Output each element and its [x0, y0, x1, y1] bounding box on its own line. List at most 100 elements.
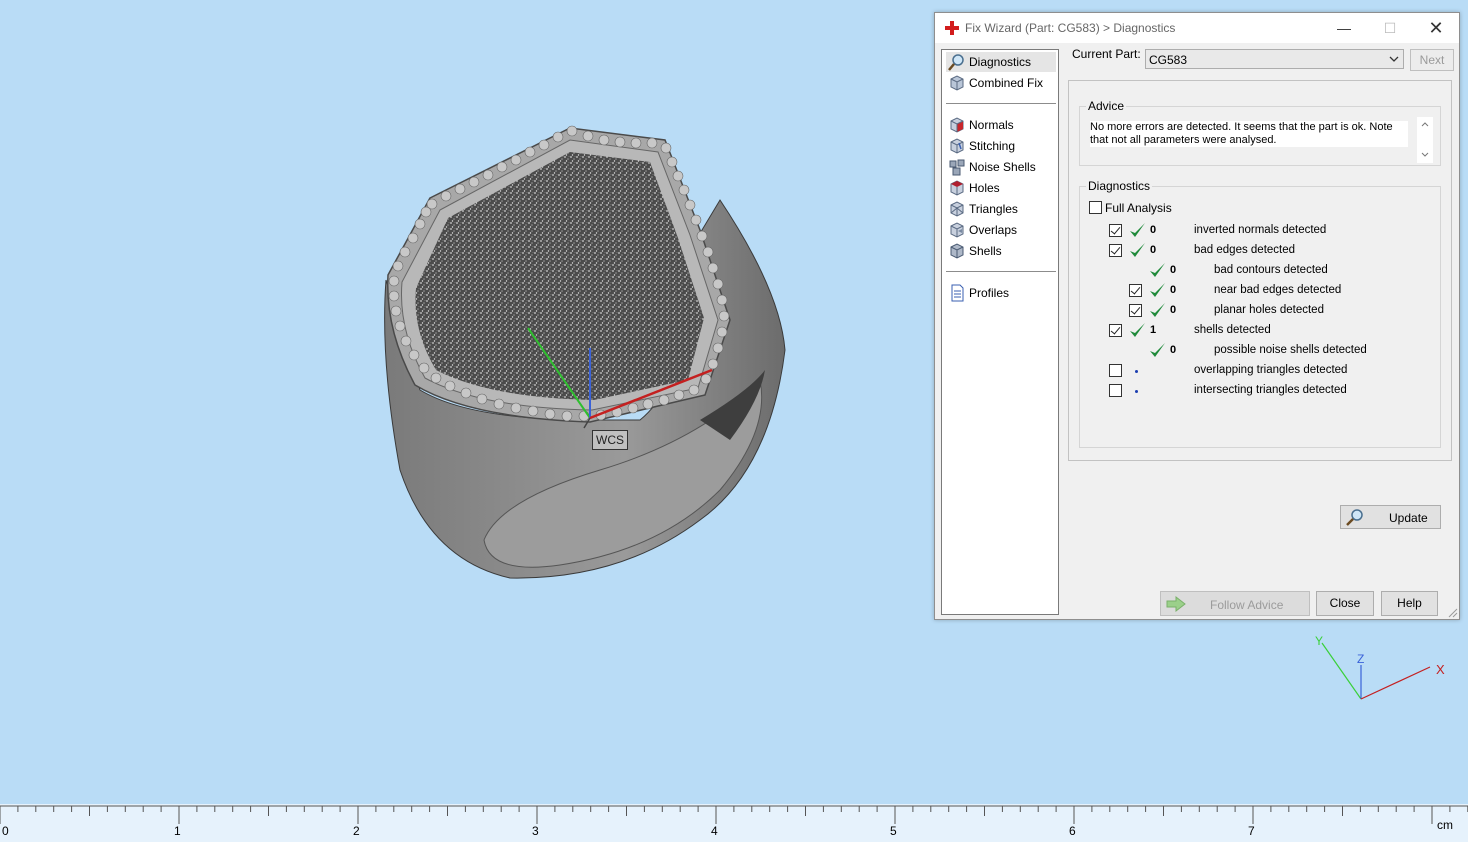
overlaps-cube-icon [950, 222, 964, 238]
nav-item-overlaps[interactable]: Overlaps [946, 220, 1056, 240]
diagnostics-group: Diagnostics Full Analysis 0 inverted norm… [1079, 179, 1441, 529]
check-icon [1130, 323, 1145, 337]
minimize-button[interactable]: — [1321, 13, 1367, 43]
diagnostic-label: possible noise shells detected [1214, 344, 1367, 356]
fix-wizard-window[interactable]: Fix Wizard (Part: CG583) > Diagnostics —… [934, 12, 1460, 620]
ruler-unit: cm [1437, 818, 1453, 832]
nav-item-shells[interactable]: Shells [946, 241, 1056, 261]
nav-item-combined-fix[interactable]: Combined Fix [946, 73, 1056, 93]
maximize-icon: ☐ [1383, 20, 1397, 36]
close-window-button[interactable]: ✕ [1413, 13, 1459, 43]
advice-group: Advice No more errors are detected. It s… [1079, 99, 1441, 166]
ruler-label: 6 [1069, 824, 1076, 838]
minimize-icon: — [1337, 20, 1351, 36]
scroll-arrows [1421, 122, 1429, 157]
full-analysis-label: Full Analysis [1105, 201, 1172, 215]
current-part-label: Current Part: [1072, 47, 1141, 61]
diagnostic-label: overlapping triangles detected [1194, 364, 1348, 376]
nav-label: Overlaps [969, 223, 1018, 237]
nav-label: Noise Shells [969, 160, 1036, 174]
nav-label: Holes [969, 181, 1000, 195]
diagnostic-checkbox[interactable] [1109, 244, 1122, 257]
axis-y-label: Y [1315, 634, 1324, 648]
nav-separator [946, 103, 1056, 104]
close-button[interactable]: Close [1316, 591, 1374, 616]
ruler-label: 0 [2, 824, 9, 838]
window-title: Fix Wizard (Part: CG583) > Diagnostics [965, 21, 1176, 35]
close-icon: ✕ [1428, 18, 1444, 38]
nav-item-holes[interactable]: Holes [946, 178, 1056, 198]
follow-advice-button[interactable]: Follow Advice [1160, 591, 1310, 616]
nav-item-stitching[interactable]: Stitching [946, 136, 1056, 156]
red-cross-icon [945, 21, 959, 35]
nav-label: Stitching [969, 139, 1016, 153]
check-icon [1150, 283, 1165, 297]
diagnostic-label: bad contours detected [1214, 264, 1328, 276]
next-button[interactable]: Next [1410, 49, 1454, 71]
diagnostic-count: 0 [1170, 264, 1177, 276]
diagnostic-label: near bad edges detected [1214, 284, 1342, 296]
diagnostic-row: 0 possible noise shells detected [1080, 341, 1450, 361]
diagnostic-row: 0 inverted normals detected [1080, 221, 1450, 241]
axis-z-label: Z [1357, 652, 1365, 666]
diagnostic-label: inverted normals detected [1194, 224, 1327, 236]
nav-label: Diagnostics [969, 55, 1032, 69]
diagnostic-checkbox[interactable] [1129, 284, 1142, 297]
nav-label: Triangles [969, 202, 1018, 216]
diagnostic-checkbox[interactable] [1109, 364, 1122, 377]
diagnostic-row: overlapping triangles detected [1080, 361, 1450, 381]
diagnostic-checkbox[interactable] [1109, 384, 1122, 397]
diagnostic-count: 1 [1150, 324, 1157, 336]
wizard-nav-panel: Diagnostics Combined Fix Normals Stitchi… [941, 49, 1059, 615]
pending-dot-icon [1135, 370, 1138, 373]
title-bar[interactable]: Fix Wizard (Part: CG583) > Diagnostics —… [935, 13, 1459, 43]
chevron-down-icon [1389, 56, 1399, 62]
diagnostic-row: 0 planar holes detected [1080, 301, 1450, 321]
diagnostic-row: 0 bad edges detected [1080, 241, 1450, 261]
axis-x-label: X [1436, 662, 1445, 677]
cube-icon [950, 75, 964, 91]
advice-scrollbar[interactable] [1417, 117, 1433, 163]
diagnostics-title: Diagnostics [1086, 179, 1153, 193]
nav-label: Combined Fix [969, 76, 1044, 90]
ruler-label: 4 [711, 824, 718, 838]
stitching-cube-icon [950, 138, 964, 154]
corner-axis-triad [1321, 642, 1431, 700]
nav-item-noise-shells[interactable]: Noise Shells [946, 157, 1056, 177]
ruler-label: 2 [353, 824, 360, 838]
diagnostic-checkbox[interactable] [1109, 324, 1122, 337]
diagnostic-row: intersecting triangles detected [1080, 381, 1450, 401]
wcs-label: WCS [592, 430, 628, 450]
nav-separator [946, 271, 1056, 272]
update-button[interactable]: Update [1340, 505, 1441, 529]
diagnostic-checkbox[interactable] [1109, 224, 1122, 237]
holes-cube-icon [950, 180, 964, 196]
help-button[interactable]: Help [1381, 591, 1438, 616]
diagnostics-list: 0 inverted normals detected 0 bad edges det… [1080, 221, 1440, 401]
nav-label: Profiles [969, 286, 1010, 300]
magnifier-icon [948, 54, 964, 71]
document-icon [951, 284, 964, 302]
diagnostic-label: shells detected [1194, 324, 1271, 336]
full-analysis-checkbox[interactable] [1089, 201, 1102, 214]
check-icon [1130, 223, 1145, 237]
ruler-label: 7 [1248, 824, 1255, 838]
nav-item-normals[interactable]: Normals [946, 115, 1056, 135]
resize-grip-icon[interactable] [1446, 606, 1458, 618]
nav-item-triangles[interactable]: Triangles [946, 199, 1056, 219]
nav-label: Shells [969, 244, 1002, 258]
shells-cube-icon [950, 243, 964, 259]
diagnostic-row: 1 shells detected [1080, 321, 1450, 341]
check-icon [1150, 263, 1165, 277]
ruler-label: 5 [890, 824, 897, 838]
bottom-ruler: 0 1 2 3 4 5 6 7 cm [0, 804, 1468, 842]
diagnostic-count: 0 [1150, 244, 1157, 256]
nav-item-diagnostics[interactable]: Diagnostics [946, 52, 1056, 72]
check-icon [1150, 343, 1165, 357]
check-icon [1130, 243, 1145, 257]
maximize-button[interactable]: ☐ [1367, 13, 1413, 43]
diagnostic-checkbox[interactable] [1129, 304, 1142, 317]
nav-item-profiles[interactable]: Profiles [946, 283, 1056, 303]
nav-label: Normals [969, 118, 1014, 132]
current-part-select[interactable]: CG583 [1145, 49, 1404, 69]
